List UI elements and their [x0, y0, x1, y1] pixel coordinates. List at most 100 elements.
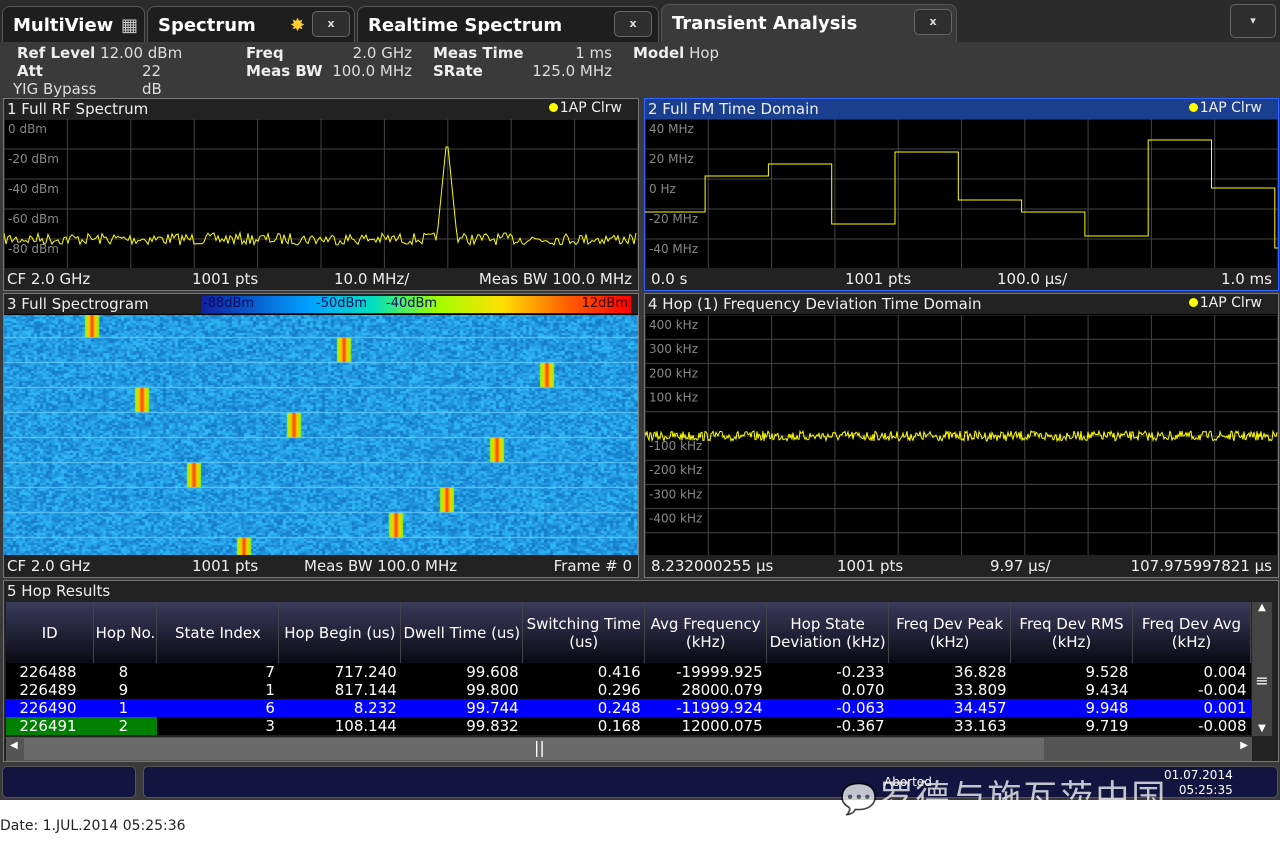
window-title: 1 Full RF Spectrum 1AP Clrw	[4, 99, 638, 119]
column-header[interactable]: Hop Begin (us)	[278, 602, 402, 663]
column-header[interactable]: Hop No.	[93, 602, 158, 663]
y-tick-label: 0 dBm	[8, 122, 47, 136]
table-cell: 226488	[19, 663, 77, 681]
table-cell: 9.434	[1085, 681, 1129, 699]
watermark-logo: 💬罗德与施瓦茨中国	[840, 778, 1168, 818]
y-tick-label: 100 kHz	[649, 391, 698, 405]
table-cell: 99.608	[466, 663, 519, 681]
window-title: 5 Hop Results	[4, 581, 1278, 601]
y-tick-label: 400 kHz	[649, 318, 698, 332]
column-header[interactable]: Switching Time (us)	[522, 602, 646, 663]
tab-transient-analysis[interactable]: Transient Analysis x	[661, 4, 957, 42]
column-header[interactable]: ID	[6, 602, 95, 663]
table-row[interactable]: 226488 8 7 717.240 99.608 0.416 -19999.925 -0.2…	[6, 663, 1251, 681]
scroll-thumb[interactable]: ≡	[1252, 671, 1272, 690]
table-cell: 226490	[19, 699, 77, 717]
y-tick-label: 40 MHz	[649, 122, 694, 136]
scroll-right-icon[interactable]: ▶	[1240, 740, 1248, 751]
table-cell: 0.168	[597, 717, 641, 735]
vertical-scrollbar[interactable]: ▲ ≡ ▼	[1252, 602, 1272, 736]
table-cell: 0.001	[1203, 699, 1247, 717]
table-header: ID Hop No. State Index Hop Begin (us) Dwell …	[6, 602, 1252, 663]
y-tick-label: -40 dBm	[8, 182, 59, 196]
table-cell: 226491	[6, 717, 94, 735]
window-freq-deviation[interactable]: 4 Hop (1) Frequency Deviation Time Domai…	[644, 293, 1279, 578]
tab-realtime-spectrum[interactable]: Realtime Spectrum x	[357, 6, 659, 42]
column-header[interactable]: Freq Dev Avg (kHz)	[1132, 602, 1252, 663]
scroll-down-icon[interactable]: ▼	[1252, 723, 1272, 734]
freq-deviation-plot[interactable]: 400 kHz 300 kHz 200 kHz 100 kHz -100 kHz -200…	[645, 315, 1278, 557]
table-cell: -11999.924	[676, 699, 763, 717]
column-header[interactable]: Dwell Time (us)	[400, 602, 524, 663]
column-header[interactable]: Avg Frequency (kHz)	[644, 602, 768, 663]
table-cell: 33.163	[954, 717, 1007, 735]
tab-multiview[interactable]: MultiView ▦	[2, 6, 145, 42]
tab-label: Realtime Spectrum	[368, 15, 563, 36]
y-tick-label: -400 kHz	[649, 512, 702, 526]
window-spectrogram[interactable]: 3 Full Spectrogram -88dBm -50dBm -40dBm 12d…	[3, 293, 639, 578]
table-cell: 0.296	[597, 681, 641, 699]
y-tick-label: -60 dBm	[8, 212, 59, 226]
spectrum-plot[interactable]: 0 dBm -20 dBm -40 dBm -60 dBm -80 dBm	[4, 119, 638, 269]
y-tick-label: 300 kHz	[649, 342, 698, 356]
tab-label: Spectrum	[158, 15, 256, 36]
y-tick-label: 20 MHz	[649, 152, 694, 166]
menu-dropdown-button[interactable]: ▾	[1230, 4, 1276, 38]
table-cell: -0.063	[836, 699, 885, 717]
window-footer: 8.232000255 µs 1001 pts 9.97 µs/107.975997…	[645, 555, 1278, 577]
date-line: Date: 1.JUL.2014 05:25:36	[0, 818, 186, 834]
scroll-up-icon[interactable]: ▲	[1252, 602, 1272, 613]
window-title: 4 Hop (1) Frequency Deviation Time Domai…	[645, 294, 1278, 314]
window-hop-results[interactable]: 5 Hop Results ID Hop No. State Index Hop Be…	[3, 580, 1279, 762]
status-panel-left	[2, 766, 136, 798]
table-row[interactable]: 226489 9 1 817.144 99.800 0.296 28000.079 0.070…	[6, 681, 1251, 699]
column-header[interactable]: Freq Dev RMS (kHz)	[1010, 602, 1133, 663]
close-tab-button[interactable]: x	[614, 11, 652, 37]
table-cell: 7	[265, 663, 275, 681]
table-row[interactable]: 226491 2 3 108.144 99.832 0.168 12000.075 -0.36…	[6, 717, 1251, 735]
table-row[interactable]: 226490 1 6 8.232 99.744 0.248 -11999.924 -0.063…	[6, 699, 1251, 717]
colorbar: -88dBm -50dBm -40dBm 12dBm	[201, 296, 631, 313]
table-cell: 0.070	[841, 681, 885, 699]
table-cell: 817.144	[334, 681, 397, 699]
table-cell: 0.248	[597, 699, 641, 717]
column-header[interactable]: Freq Dev Peak (kHz)	[888, 602, 1012, 663]
y-tick-label: -20 dBm	[8, 152, 59, 166]
y-tick-label: 200 kHz	[649, 366, 698, 380]
tab-label: MultiView	[13, 15, 114, 36]
tab-spectrum[interactable]: Spectrum ✸ x	[147, 6, 355, 42]
hop-results-table: ID Hop No. State Index Hop Begin (us) Dwell …	[6, 602, 1252, 735]
window-fm-time-domain[interactable]: 2 Full FM Time Domain 1AP Clrw 40 MHz 20 M…	[644, 98, 1279, 291]
scroll-thumb[interactable]: ||	[24, 738, 1044, 760]
table-cell: 33.809	[954, 681, 1007, 699]
table-cell: 0.004	[1203, 663, 1247, 681]
spectrum-trace	[4, 146, 637, 247]
column-header[interactable]: State Index	[156, 602, 280, 663]
analyzer-app: MultiView ▦ Spectrum ✸ x Realtime Spectrum…	[0, 0, 1280, 818]
table-cell: 99.744	[466, 699, 519, 717]
window-rf-spectrum[interactable]: 1 Full RF Spectrum 1AP Clrw 0 dBm -20 dBm -…	[3, 98, 639, 291]
table-cell: 9	[118, 681, 129, 699]
table-cell: 3	[265, 717, 275, 735]
table-cell: 0.416	[597, 663, 641, 681]
fm-time-plot[interactable]: 40 MHz 20 MHz 0 Hz -20 MHz -40 MHz	[645, 119, 1278, 269]
column-header[interactable]: Hop State Deviation (kHz)	[766, 602, 890, 663]
y-tick-label: -100 kHz	[649, 439, 702, 453]
y-tick-label: -40 MHz	[649, 242, 698, 256]
horizontal-scrollbar[interactable]: || ◀ ▶	[6, 737, 1252, 761]
close-tab-button[interactable]: x	[312, 11, 350, 37]
wechat-icon: 💬	[840, 782, 880, 817]
table-cell: 8	[118, 663, 129, 681]
info-time: Meas Time 1 ms SRate 125.0 MHz	[433, 44, 612, 80]
table-cell: 226489	[19, 681, 77, 699]
close-tab-button[interactable]: x	[914, 9, 952, 35]
window-footer: CF 2.0 GHz 1001 pts 10.0 MHz/Meas BW 100.0…	[4, 268, 638, 290]
scroll-left-icon[interactable]: ◀	[10, 740, 18, 751]
info-ref: Ref Level 12.00 dBm Att 22 dB YIG Bypass	[13, 44, 183, 98]
spectrogram-plot[interactable]	[4, 315, 638, 557]
window-title: 3 Full Spectrogram -88dBm -50dBm -40dBm 12d…	[4, 294, 638, 314]
table-cell: -0.367	[836, 717, 885, 735]
table-cell: 99.800	[466, 681, 519, 699]
tab-bar: MultiView ▦ Spectrum ✸ x Realtime Spectrum…	[0, 0, 1280, 42]
table-cell: 1	[265, 681, 275, 699]
